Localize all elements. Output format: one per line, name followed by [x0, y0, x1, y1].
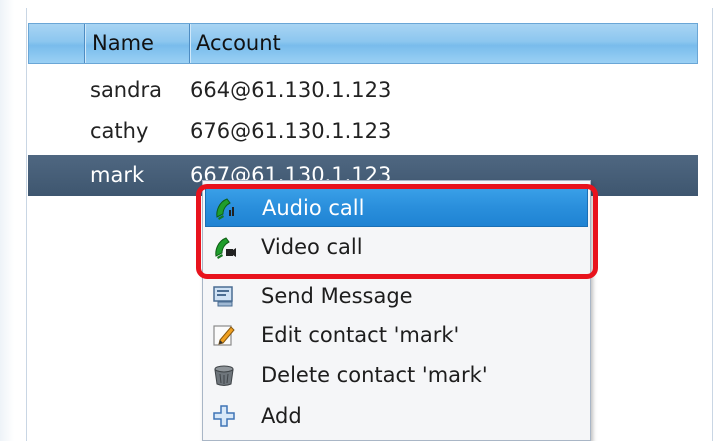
menu-item-label: Edit contact 'mark' — [261, 323, 460, 347]
contact-account: 676@61.130.1.123 — [190, 119, 392, 143]
contact-account: 664@61.130.1.123 — [190, 78, 392, 102]
header-blank-cell[interactable] — [29, 24, 85, 63]
column-header-account[interactable]: Account — [190, 24, 697, 63]
column-header-name[interactable]: Name — [85, 24, 190, 63]
table-row[interactable]: sandra 664@61.130.1.123 — [28, 70, 698, 111]
message-icon — [213, 286, 233, 307]
menu-item-edit-contact[interactable]: Edit contact 'mark' — [205, 315, 588, 355]
contact-name: mark — [90, 163, 145, 187]
edit-icon — [213, 325, 235, 346]
menu-item-add[interactable]: Add — [205, 396, 588, 436]
menu-item-label: Send Message — [261, 284, 413, 308]
menu-item-send-message[interactable]: Send Message — [205, 276, 588, 316]
menu-item-label: Delete contact 'mark' — [261, 363, 488, 387]
table-header: Name Account — [28, 23, 698, 64]
contact-name: cathy — [90, 119, 149, 143]
menu-item-delete-contact[interactable]: Delete contact 'mark' — [205, 355, 588, 395]
annotation-highlight-box — [196, 184, 598, 279]
trash-icon — [214, 365, 234, 386]
table-row[interactable]: cathy 676@61.130.1.123 — [28, 111, 698, 152]
contact-name: sandra — [90, 78, 162, 102]
menu-item-label: Add — [261, 404, 302, 428]
add-icon — [213, 405, 235, 427]
